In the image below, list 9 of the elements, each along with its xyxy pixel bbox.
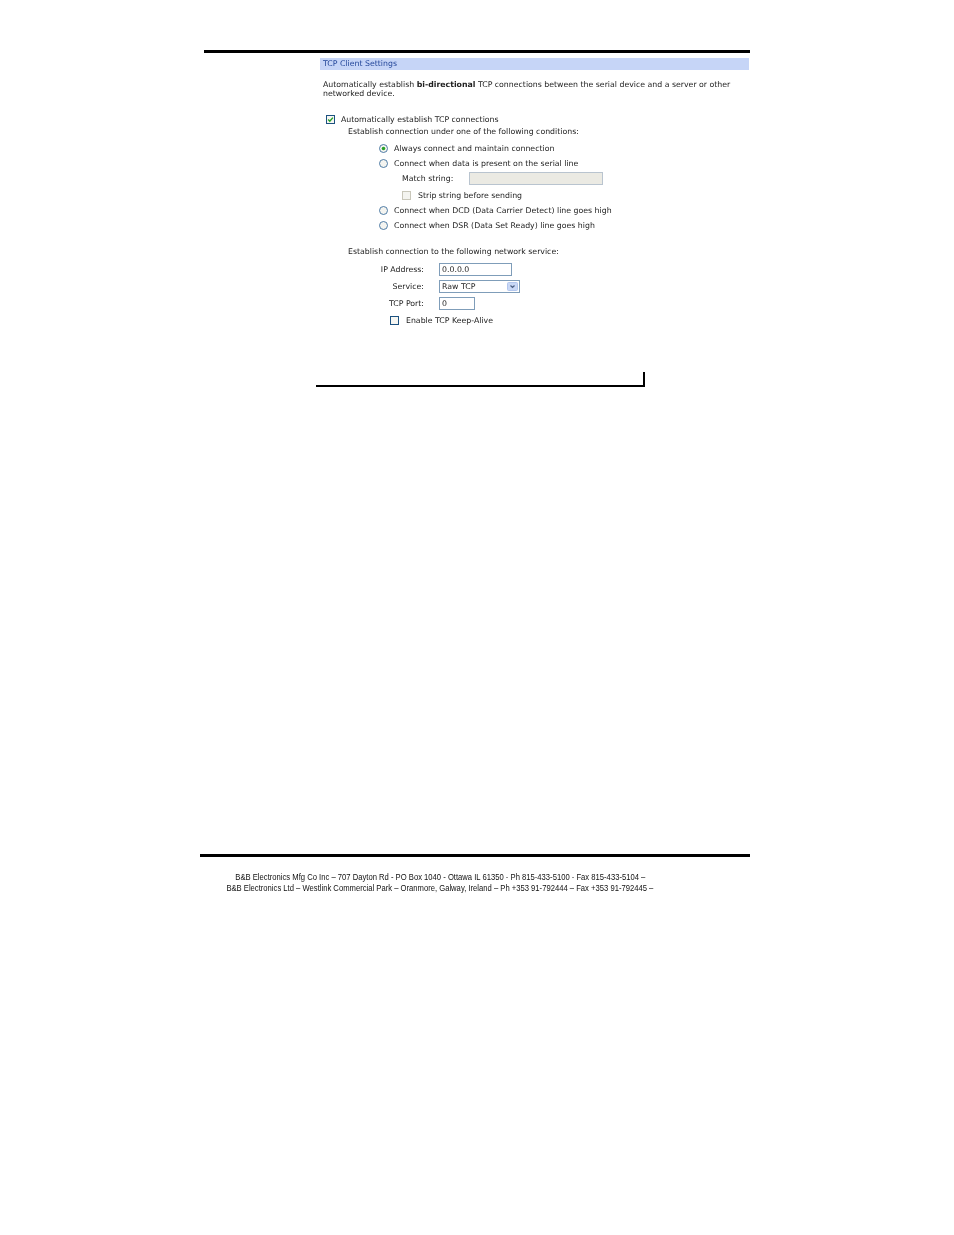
radio-button[interactable] [379, 143, 388, 153]
radio-button[interactable] [379, 220, 388, 230]
footer-address-text: B&B Electronics Mfg Co Inc – 707 Dayton Rd - PO Box 1040 - Ottawa IL 61350 - Ph 815-433-5100 - Fax 815-433-5104 – [235, 872, 645, 883]
radio-button[interactable] [379, 205, 388, 215]
checkbox[interactable] [326, 114, 335, 124]
radio-button[interactable] [379, 158, 388, 168]
footer-address-text: B&B Electronics Ltd – Westlink Commercial Park – Oranmore, Galway, Ireland – Ph +353 91-792444 – Fax +353 91-792445 – [226, 883, 654, 894]
caret-icon[interactable] [507, 281, 518, 291]
checkbox[interactable] [390, 315, 399, 325]
